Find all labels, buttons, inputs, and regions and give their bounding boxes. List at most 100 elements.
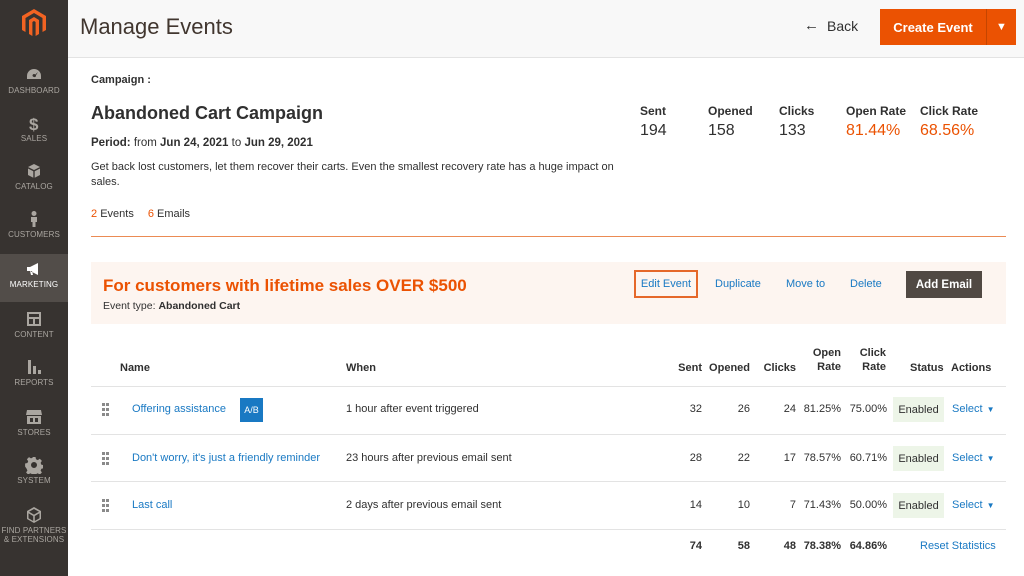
sidebar-item-stores[interactable]: STORES — [0, 408, 68, 456]
add-email-button[interactable]: Add Email — [906, 271, 982, 298]
events-count[interactable]: 2 Events — [91, 208, 134, 220]
email-opened: 26 — [737, 403, 750, 415]
col-header-sent: Sent — [678, 362, 702, 374]
col-header-name: Name — [120, 362, 150, 374]
event-title: For customers with lifetime sales OVER $… — [103, 276, 467, 295]
edit-event-link[interactable]: Edit Event — [634, 270, 698, 298]
email-when: 1 hour after event triggered — [346, 403, 479, 415]
campaign-counts: 2 Events 6 Emails — [91, 208, 190, 220]
event-panel: For customers with lifetime sales OVER $… — [91, 262, 1006, 324]
back-label: Back — [827, 17, 859, 34]
move-event-link[interactable]: Move to — [786, 278, 825, 290]
sidebar-item-catalog[interactable]: CATALOG — [0, 162, 68, 210]
delete-event-link[interactable]: Delete — [850, 278, 882, 290]
email-open-rate: 81.25% — [803, 403, 841, 415]
person-icon — [25, 210, 43, 228]
table-divider — [91, 481, 1006, 482]
email-name-link[interactable]: Don't worry, it's just a friendly remind… — [132, 452, 320, 464]
sidebar-item-label: CUSTOMERS — [8, 230, 60, 239]
period-to-word: to — [231, 137, 242, 149]
sidebar-item-label: REPORTS — [14, 378, 54, 387]
sidebar-item-dashboard[interactable]: DASHBOARD — [0, 66, 68, 114]
email-open-rate: 78.57% — [803, 452, 841, 464]
emails-count[interactable]: 6 Emails — [148, 208, 190, 220]
sidebar-item-system[interactable]: SYSTEM — [0, 456, 68, 504]
box-icon — [25, 162, 43, 180]
page-header: Manage Events ← Back Create Event ▼ — [68, 0, 1024, 58]
row-actions-select[interactable]: Select ▼ — [952, 452, 995, 464]
sidebar-item-label: SALES — [20, 134, 48, 143]
caret-down-icon: ▼ — [986, 405, 995, 414]
cube-icon — [25, 506, 43, 524]
email-sent: 14 — [689, 499, 702, 511]
arrow-left-icon: ← — [804, 17, 819, 34]
megaphone-icon — [25, 260, 43, 278]
sidebar-item-label: CONTENT — [14, 330, 54, 339]
email-click-rate: 50.00% — [849, 499, 887, 511]
table-divider — [91, 529, 1006, 530]
period-from-word: from — [133, 137, 157, 149]
campaign-name: Abandoned Cart Campaign — [91, 103, 324, 123]
sidebar-item-reports[interactable]: REPORTS — [0, 358, 68, 406]
email-opened: 10 — [737, 499, 750, 511]
email-clicks: 17 — [783, 452, 796, 464]
bar-chart-icon — [25, 358, 43, 376]
campaign-label: Campaign : — [91, 74, 151, 86]
svg-text:$: $ — [29, 115, 39, 132]
ab-test-badge[interactable]: A/B — [240, 398, 263, 422]
email-name-link[interactable]: Last call — [132, 499, 172, 511]
period-from: Jun 24, 2021 — [160, 137, 229, 149]
gear-icon — [25, 456, 44, 477]
drag-handle-icon[interactable] — [102, 403, 110, 417]
back-button[interactable]: ← Back — [804, 17, 858, 34]
reset-statistics-link[interactable]: Reset Statistics — [920, 540, 996, 552]
col-header-click-rate: Click Rate — [859, 347, 886, 373]
sidebar-item-sales[interactable]: $ SALES — [0, 114, 68, 162]
period-label: Period: — [91, 137, 131, 149]
sidebar-item-marketing[interactable]: MARKETING — [0, 254, 68, 302]
col-header-actions: Actions — [951, 362, 992, 374]
email-sent: 28 — [689, 452, 702, 464]
total-click-rate: 64.86% — [849, 540, 887, 552]
create-event-dropdown-toggle[interactable]: ▼ — [986, 9, 1016, 45]
status-badge: Enabled — [893, 397, 944, 422]
total-opened: 58 — [737, 540, 750, 552]
sidebar-item-content[interactable]: CONTENT — [0, 310, 68, 358]
sidebar-item-label: STORES — [17, 428, 51, 437]
stat-opened: Opened 158 — [708, 104, 753, 139]
row-actions-select[interactable]: Select ▼ — [952, 403, 995, 415]
triangle-down-icon: ▼ — [996, 21, 1007, 33]
email-when: 2 days after previous email sent — [346, 499, 502, 511]
create-event-button[interactable]: Create Event — [880, 9, 986, 45]
email-when: 23 hours after previous email sent — [346, 452, 512, 464]
email-name-link[interactable]: Offering assistance — [132, 403, 226, 415]
total-open-rate: 78.38% — [803, 540, 841, 552]
col-header-clicks: Clicks — [763, 362, 796, 374]
layout-icon — [25, 310, 43, 328]
email-opened: 22 — [737, 452, 750, 464]
sidebar-item-find-partners[interactable]: FIND PARTNERS & EXTENSIONS — [0, 506, 68, 554]
caret-down-icon: ▼ — [986, 501, 995, 510]
col-header-opened: Opened — [709, 362, 750, 374]
stat-clicks: Clicks 133 — [779, 104, 815, 139]
email-clicks: 24 — [783, 403, 796, 415]
sidebar-item-customers[interactable]: CUSTOMERS — [0, 210, 68, 258]
sidebar-item-label: DASHBOARD — [8, 86, 60, 95]
store-icon — [25, 408, 43, 426]
table-divider — [91, 434, 1006, 435]
email-open-rate: 71.43% — [803, 499, 841, 511]
section-divider — [91, 236, 1006, 237]
magento-logo-icon[interactable] — [22, 6, 46, 40]
drag-handle-icon[interactable] — [102, 452, 110, 466]
email-click-rate: 60.71% — [849, 452, 887, 464]
period-to: Jun 29, 2021 — [244, 137, 313, 149]
drag-handle-icon[interactable] — [102, 499, 110, 513]
col-header-status: Status — [910, 362, 944, 374]
sidebar-item-label: FIND PARTNERS & EXTENSIONS — [1, 526, 67, 544]
email-clicks: 7 — [789, 499, 796, 511]
row-actions-select[interactable]: Select ▼ — [952, 499, 995, 511]
total-clicks: 48 — [783, 540, 796, 552]
sidebar-item-label: CATALOG — [15, 182, 53, 191]
stat-sent: Sent 194 — [640, 104, 667, 139]
duplicate-event-link[interactable]: Duplicate — [715, 278, 761, 290]
